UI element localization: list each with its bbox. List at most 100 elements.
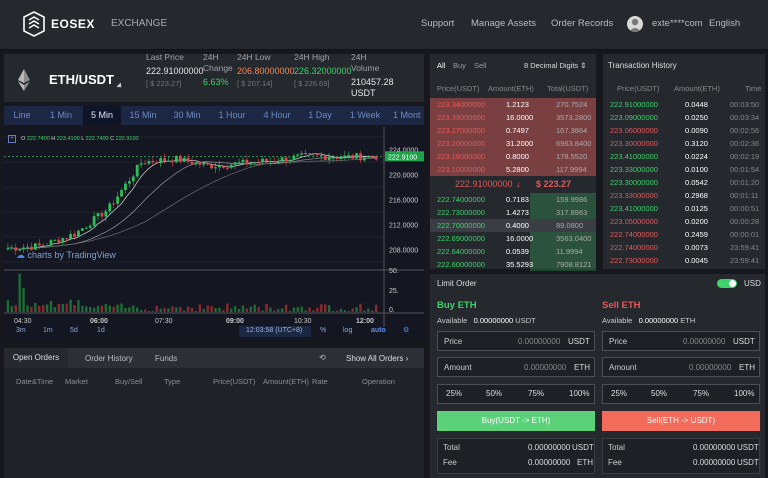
tab-funds[interactable]: Funds bbox=[155, 354, 177, 363]
trade-price: 223.33000000 bbox=[610, 191, 658, 200]
currency-toggle[interactable] bbox=[717, 279, 737, 288]
range-3m[interactable]: 3m bbox=[16, 327, 26, 334]
pair-selector[interactable]: ETH/USDT bbox=[49, 72, 114, 87]
buy-price-field[interactable]: Price 0.00000000 USDT bbox=[437, 331, 595, 351]
volume-label: 24H Volume bbox=[351, 52, 380, 73]
trade-time: 00:00:01 bbox=[730, 230, 760, 239]
volume-bar bbox=[233, 306, 237, 312]
candle bbox=[292, 155, 296, 160]
bid-total: 89.0800 bbox=[556, 221, 584, 230]
ask-total: 270.7524 bbox=[556, 100, 588, 109]
trade-row: 223.41000000 0.0125 00:00:51 bbox=[603, 204, 765, 217]
trade-row: 222.91000000 0.0448 00:03:50 bbox=[603, 100, 765, 113]
candle bbox=[276, 161, 280, 163]
sell-pct-75[interactable]: 75% bbox=[693, 385, 709, 403]
tradingview-watermark[interactable]: ☁ charts by TradingView bbox=[16, 250, 116, 261]
range-1m[interactable]: 1m bbox=[43, 327, 53, 334]
show-all-orders-link[interactable]: Show All Orders › bbox=[346, 354, 408, 363]
high-label: 24H High bbox=[294, 52, 330, 62]
ob-tab-sell[interactable]: Sell bbox=[474, 61, 487, 70]
trade-row: 223.30000000 0.0542 00:01:20 bbox=[603, 178, 765, 191]
range-1d[interactable]: 1d bbox=[97, 327, 105, 334]
volume-bar bbox=[359, 303, 362, 312]
decimal-digits-select[interactable]: 8 Decimal Digits ⇕ bbox=[524, 61, 587, 70]
volume-bar bbox=[171, 306, 174, 312]
sell-button[interactable]: Sell(ETH -> USDT) bbox=[602, 411, 760, 431]
buy-pct-25[interactable]: 25% bbox=[446, 385, 462, 403]
price-axis-label: 220.0000 bbox=[389, 173, 418, 180]
nav-manage-assets[interactable]: Manage Assets bbox=[471, 18, 536, 29]
change-label: 24H Change bbox=[203, 52, 233, 73]
candle bbox=[53, 239, 57, 241]
sell-pct-100[interactable]: 100% bbox=[734, 385, 754, 403]
tab-open-orders[interactable]: Open Orders bbox=[4, 348, 68, 368]
tf-line[interactable]: Line bbox=[6, 106, 38, 125]
sell-pct-50[interactable]: 50% bbox=[651, 385, 667, 403]
chart-settings-gear-icon[interactable]: ⚙ bbox=[403, 326, 409, 334]
th-header-time: Time bbox=[745, 84, 762, 93]
sell-price-field[interactable]: Price 0.00000000 USDT bbox=[602, 331, 760, 351]
volume-bar bbox=[355, 307, 358, 312]
buy-amount-field[interactable]: Amount 0.00000000 ETH bbox=[437, 357, 595, 377]
trade-amount: 0.3120 bbox=[685, 139, 708, 148]
tf-1month[interactable]: 1 Mont bbox=[393, 106, 424, 125]
scale-percent[interactable]: % bbox=[320, 327, 326, 334]
trade-row: 223.33000000 0.0100 00:01:54 bbox=[603, 165, 765, 178]
volume-bar bbox=[159, 308, 162, 312]
ob-tab-all[interactable]: All bbox=[437, 61, 445, 70]
scale-auto[interactable]: auto bbox=[371, 327, 386, 334]
tf-30min[interactable]: 30 Min bbox=[167, 106, 207, 125]
tf-1min[interactable]: 1 Min bbox=[42, 106, 80, 125]
tf-4hour[interactable]: 4 Hour bbox=[256, 106, 298, 125]
bid-price: 222.73000000 bbox=[437, 208, 485, 217]
exchange-link[interactable]: EXCHANGE bbox=[111, 18, 167, 29]
trade-time: 00:00:28 bbox=[730, 217, 760, 226]
plus-icon[interactable]: + bbox=[8, 135, 16, 143]
ask-row[interactable]: 223.10000000 5.2800 117.9994 bbox=[430, 165, 596, 178]
buy-percent-row: 25% 50% 75% 100% bbox=[437, 384, 595, 404]
candle bbox=[335, 157, 339, 159]
eosex-logo-icon[interactable] bbox=[22, 11, 46, 37]
user-email[interactable]: exte****com bbox=[652, 18, 703, 29]
sell-amount-field[interactable]: Amount 0.00000000 ETH bbox=[602, 357, 760, 377]
candle bbox=[225, 167, 229, 169]
bid-price: 222.69000000 bbox=[437, 234, 485, 243]
time-axis-label: 10:30 bbox=[294, 318, 312, 325]
buy-pct-50[interactable]: 50% bbox=[486, 385, 502, 403]
trade-price: 223.05000000 bbox=[610, 217, 658, 226]
ob-tab-buy[interactable]: Buy bbox=[453, 61, 466, 70]
scale-log[interactable]: log bbox=[343, 327, 352, 334]
user-avatar-icon[interactable] bbox=[627, 16, 643, 32]
tf-15min[interactable]: 15 Min bbox=[124, 106, 162, 125]
volume-bar bbox=[128, 307, 131, 312]
volume-bar bbox=[218, 307, 221, 312]
price-chart[interactable]: 224.0000 220.0000 216.0000 212.0000 208.0000… bbox=[4, 127, 424, 340]
nav-support[interactable]: Support bbox=[421, 18, 454, 29]
tab-order-history[interactable]: Order History bbox=[85, 354, 133, 363]
range-5d[interactable]: 5d bbox=[70, 327, 78, 334]
buy-pct-100[interactable]: 100% bbox=[569, 385, 589, 403]
candle bbox=[80, 228, 84, 231]
volume-bar bbox=[34, 302, 37, 312]
volume-bar bbox=[257, 306, 260, 312]
price-axis-label: 208.0000 bbox=[389, 248, 418, 255]
sell-pct-25[interactable]: 25% bbox=[611, 385, 627, 403]
tf-5min[interactable]: 5 Min bbox=[83, 106, 121, 125]
bid-row[interactable]: 222.60000000 35.5293 7908.8121 bbox=[430, 260, 596, 273]
candle bbox=[265, 158, 268, 162]
buy-pct-75[interactable]: 75% bbox=[528, 385, 544, 403]
trade-amount: 0.2968 bbox=[685, 191, 708, 200]
tf-1hour[interactable]: 1 Hour bbox=[211, 106, 253, 125]
tf-1week[interactable]: 1 Week bbox=[343, 106, 387, 125]
refresh-icon[interactable]: ⟲ bbox=[319, 353, 326, 362]
tf-1day[interactable]: 1 Day bbox=[301, 106, 339, 125]
volume-bar bbox=[190, 307, 194, 312]
candle bbox=[159, 158, 163, 164]
volume-bar bbox=[347, 311, 350, 312]
volume-bar bbox=[300, 306, 303, 312]
nav-order-records[interactable]: Order Records bbox=[551, 18, 613, 29]
language-selector[interactable]: English bbox=[709, 18, 740, 29]
buy-button[interactable]: Buy(USDT -> ETH) bbox=[437, 411, 595, 431]
candlestick-chart[interactable]: 224.0000220.0000216.0000212.0000208.0000… bbox=[4, 127, 424, 340]
brand-name[interactable]: EOSEX bbox=[51, 17, 95, 31]
